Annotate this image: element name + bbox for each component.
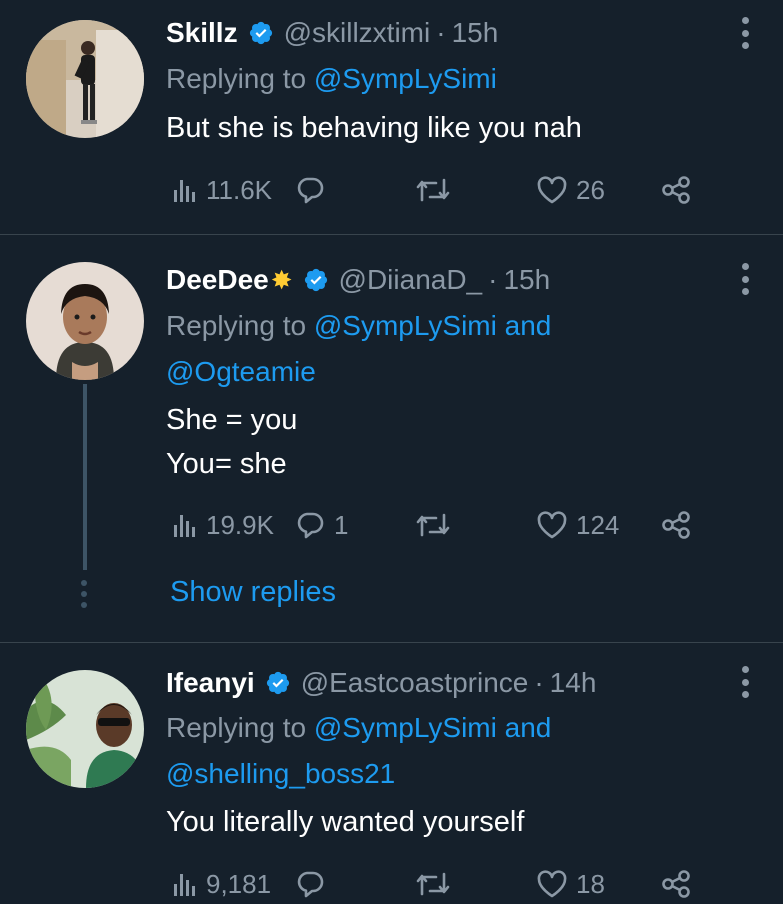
star-emoji-icon: ✸ (270, 264, 293, 295)
user-handle[interactable]: @DiianaD_ (339, 264, 483, 296)
verified-badge-icon (266, 671, 289, 695)
verified-badge-icon (249, 21, 272, 45)
avatar[interactable] (26, 262, 144, 380)
like-button[interactable]: 18 (536, 864, 605, 904)
retweet-button[interactable] (414, 505, 452, 545)
like-icon (537, 511, 567, 539)
views-count: 19.9K (206, 509, 274, 540)
more-options-icon[interactable] (739, 666, 751, 698)
replying-to: Replying to @SympLySimi and @Ogteamie (166, 303, 551, 395)
like-count: 124 (576, 509, 620, 540)
user-handle[interactable]: @Eastcoastprince (301, 667, 529, 699)
reply-button[interactable] (294, 170, 334, 210)
user-handle[interactable]: @skillzxtimi (284, 17, 431, 49)
like-button[interactable]: 26 (536, 170, 605, 210)
reply-icon (297, 512, 324, 539)
action-bar: 9,181 18 (166, 864, 706, 904)
share-button[interactable] (660, 170, 692, 210)
retweet-icon (416, 513, 450, 537)
tweet-text: But she is behaving like you nah (166, 106, 582, 150)
retweet-button[interactable] (414, 864, 452, 904)
like-button[interactable]: 124 (536, 505, 619, 545)
replying-to: Replying to @SympLySimi and @shelling_bo… (166, 705, 551, 797)
tweet-text-line: She = you (166, 404, 298, 436)
avatar[interactable] (26, 20, 144, 138)
reply-button[interactable] (294, 864, 334, 904)
tweet-text-line: You= she (166, 448, 287, 480)
retweet-button[interactable] (414, 170, 452, 210)
action-bar: 19.9K 1 124 (166, 505, 706, 545)
more-options-icon[interactable] (739, 17, 751, 49)
retweet-icon (416, 178, 450, 202)
like-count: 18 (576, 868, 605, 899)
mention-link[interactable]: @SympLySimi (314, 63, 497, 94)
replying-prefix: Replying to (166, 712, 307, 743)
separator-dot: · (436, 17, 446, 48)
separator-dot: · (488, 264, 498, 295)
mention-link[interactable]: @SympLySimi and (314, 310, 551, 341)
reply-icon (297, 177, 324, 204)
tweet-text-line: You literally wanted yourself (166, 806, 525, 838)
views-count: 9,181 (206, 868, 272, 899)
tweet-text: She = you You= she (166, 398, 297, 486)
views-button[interactable]: 19.9K (172, 505, 274, 545)
timestamp[interactable]: 15h (452, 17, 499, 49)
show-replies-link[interactable]: Show replies (170, 576, 336, 609)
like-icon (537, 870, 567, 898)
share-button[interactable] (660, 505, 692, 545)
divider (0, 234, 783, 235)
share-icon (662, 511, 690, 539)
display-name[interactable]: Ifeanyi (166, 667, 255, 699)
share-icon (662, 870, 690, 898)
display-name[interactable]: Skillz (166, 17, 238, 49)
thread-line (83, 384, 87, 570)
retweet-icon (416, 872, 450, 896)
views-count: 11.6K (206, 174, 273, 205)
action-bar: 11.6K 26 (166, 170, 706, 210)
avatar[interactable] (26, 670, 144, 788)
reply-button[interactable]: 1 (294, 505, 348, 545)
reply-icon (297, 871, 324, 898)
views-icon (174, 515, 195, 537)
reply-count: 1 (334, 509, 349, 540)
tweet-text-line: But she is behaving like you nah (166, 112, 582, 144)
mention-link[interactable]: @SympLySimi and (314, 712, 551, 743)
separator-dot: · (534, 667, 544, 698)
timestamp[interactable]: 14h (550, 667, 597, 699)
views-icon (174, 874, 195, 896)
like-count: 26 (576, 174, 605, 205)
replying-prefix: Replying to (166, 63, 307, 94)
tweet-text: You literally wanted yourself (166, 800, 524, 844)
like-icon (537, 176, 567, 204)
share-button[interactable] (660, 864, 692, 904)
views-button[interactable]: 11.6K (172, 170, 272, 210)
mention-link[interactable]: @shelling_boss21 (166, 751, 551, 797)
display-name[interactable]: DeeDee (166, 264, 269, 296)
divider (0, 642, 783, 643)
more-options-icon[interactable] (739, 263, 751, 295)
verified-badge-icon (304, 268, 327, 292)
mention-link[interactable]: @Ogteamie (166, 349, 551, 395)
share-icon (662, 176, 690, 204)
replying-to: Replying to @SympLySimi (166, 56, 497, 102)
timestamp[interactable]: 15h (503, 264, 550, 296)
views-button[interactable]: 9,181 (172, 864, 271, 904)
thread-dots (80, 580, 88, 608)
replying-prefix: Replying to (166, 310, 307, 341)
views-icon (174, 180, 195, 202)
